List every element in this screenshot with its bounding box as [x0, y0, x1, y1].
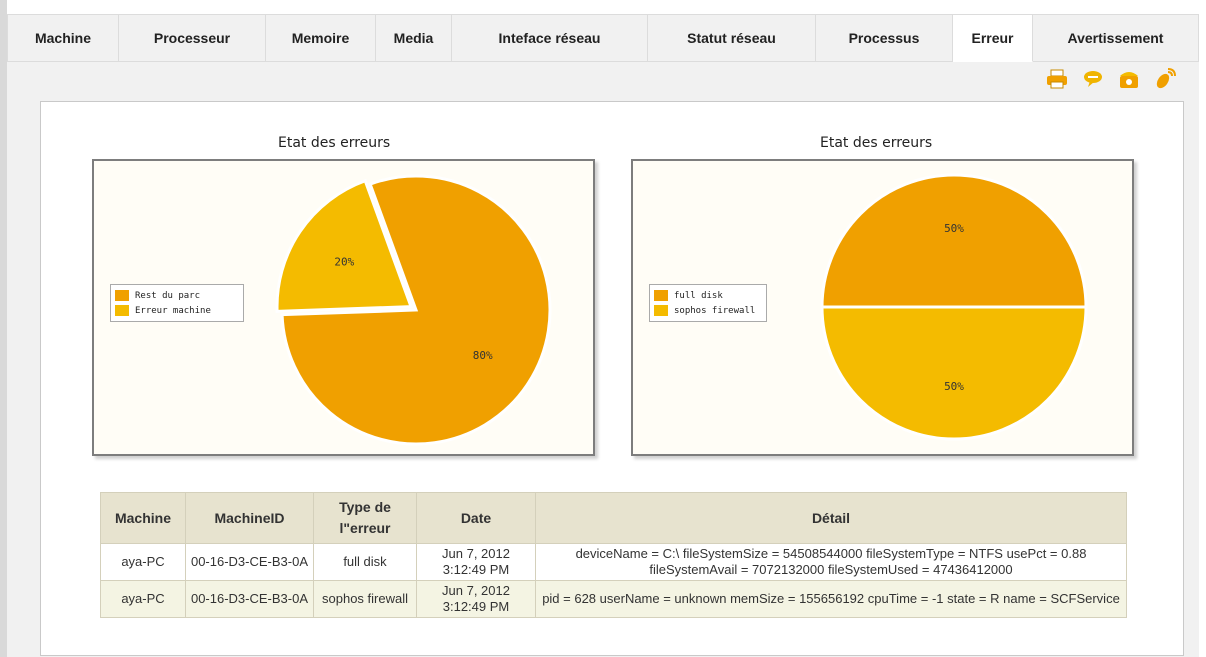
tab-processus[interactable]: Processus [816, 15, 953, 61]
tab-interface-reseau[interactable]: Inteface réseau [452, 15, 648, 61]
window-left-edge [0, 0, 7, 657]
pie-slice-label: 20% [334, 256, 354, 269]
chart-1-title: Etat des erreurs [278, 135, 391, 151]
col-header-machine: Machine [100, 492, 186, 544]
tab-bar: Machine Processeur Memoire Media Intefac… [7, 14, 1199, 62]
pie-slice-label: 50% [944, 222, 964, 235]
tab-processeur[interactable]: Processeur [119, 15, 266, 61]
col-header-type: Type de l"erreur [313, 492, 417, 544]
table-header-row: Machine MachineID Type de l"erreur Date … [100, 492, 1127, 544]
pie-slice-label: 80% [473, 349, 493, 362]
cell-machine: aya-PC [100, 580, 186, 618]
cell-detail: deviceName = C:\ fileSystemSize = 545085… [535, 543, 1127, 581]
cell-machine: aya-PC [100, 543, 186, 581]
tab-memoire[interactable]: Memoire [266, 15, 376, 61]
chat-icon[interactable] [1082, 68, 1104, 90]
errors-table: Machine MachineID Type de l"erreur Date … [100, 492, 1127, 618]
tab-machine[interactable]: Machine [8, 15, 119, 61]
cell-machine-id: 00-16-D3-CE-B3-0A [185, 543, 314, 581]
cell-detail: pid = 628 userName = unknown memSize = 1… [535, 580, 1127, 618]
cell-type: full disk [313, 543, 417, 581]
cell-date: Jun 7, 2012 3:12:49 PM [416, 580, 536, 618]
cell-date: Jun 7, 2012 3:12:49 PM [416, 543, 536, 581]
pie-chart-2: 50% 50% [820, 173, 1088, 441]
tab-erreur[interactable]: Erreur [953, 15, 1033, 62]
cell-type: sophos firewall [313, 580, 417, 618]
col-header-detail: Détail [535, 492, 1127, 544]
chart-2-box: full disk sophos firewall 50% 50% [631, 159, 1134, 456]
pie-chart-1: 80% 20% [275, 174, 552, 446]
table-row[interactable]: aya-PC 00-16-D3-CE-B3-0A sophos firewall… [100, 580, 1127, 618]
pie-slice[interactable] [820, 305, 1088, 441]
phone-icon[interactable] [1118, 68, 1140, 90]
tab-media[interactable]: Media [376, 15, 452, 61]
pie-slice-label: 50% [944, 380, 964, 393]
toolbar-icons [1046, 68, 1176, 90]
tab-statut-reseau[interactable]: Statut réseau [648, 15, 816, 61]
pie-slice[interactable] [820, 173, 1088, 309]
printer-icon[interactable] [1046, 68, 1068, 90]
satellite-icon[interactable] [1154, 68, 1176, 90]
col-header-date: Date [416, 492, 536, 544]
table-row[interactable]: aya-PC 00-16-D3-CE-B3-0A full disk Jun 7… [100, 543, 1127, 581]
cell-machine-id: 00-16-D3-CE-B3-0A [185, 580, 314, 618]
chart-2-title: Etat des erreurs [820, 135, 933, 151]
col-header-machine-id: MachineID [185, 492, 314, 544]
chart-1-box: Rest du parc Erreur machine 80% 20% [92, 159, 595, 456]
tab-avertissement[interactable]: Avertissement [1033, 15, 1198, 61]
